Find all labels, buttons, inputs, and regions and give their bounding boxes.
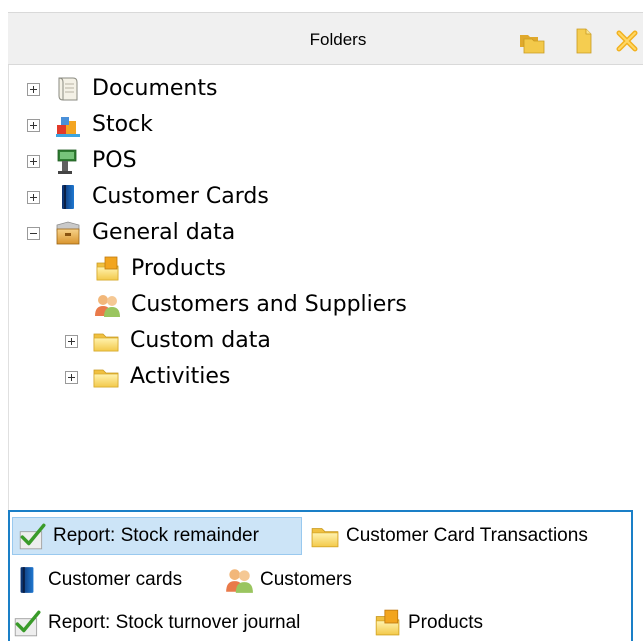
delete-icon[interactable] [613,27,641,55]
folders-panel: Folders Documents Stock POS Customer Car… [0,0,643,641]
folders-header: Folders [8,12,643,65]
quick-item-products[interactable]: Products [372,604,483,642]
products-folder-icon [93,255,121,283]
expand-icon[interactable] [27,82,40,96]
tree-node-products[interactable]: Products [93,252,226,286]
tree-node-stock[interactable]: Stock [27,108,153,142]
quick-item-customer-cards[interactable]: Customer cards [12,561,182,599]
quick-access-bar: Report: Stock remainder Customer Card Tr… [8,510,633,641]
add-folder-icon[interactable] [570,27,598,55]
folder-icon [310,521,340,551]
quick-item-label: Report: Stock remainder [53,525,259,546]
folder-tree: Documents Stock POS Customer Cards Gener… [8,65,643,510]
tree-node-label: Customer Cards [92,184,269,209]
pos-terminal-icon [54,147,82,175]
tree-node-label: POS [92,148,137,173]
box-icon [54,219,82,247]
tree-node-customer-cards[interactable]: Customer Cards [27,180,269,214]
tree-node-custom-data[interactable]: Custom data [65,324,271,358]
document-scroll-icon [54,75,82,103]
stock-boxes-icon [54,111,82,139]
quick-item-label: Customer Card Transactions [346,525,588,546]
tree-node-label: Custom data [130,328,271,353]
folder-stack-icon[interactable] [518,27,546,55]
tree-node-documents[interactable]: Documents [27,72,217,106]
expand-icon[interactable] [27,190,40,204]
quick-item-label: Report: Stock turnover journal [48,612,301,633]
panel-title: Folders [309,30,367,49]
people-icon [93,291,121,319]
tree-node-pos[interactable]: POS [27,144,137,178]
people-icon [224,565,254,595]
tree-node-label: General data [92,220,236,245]
report-check-icon [17,521,47,551]
tree-node-general-data[interactable]: General data [27,216,235,250]
tree-node-activities[interactable]: Activities [65,360,230,394]
folder-icon [92,363,120,391]
tree-node-label: Stock [92,112,153,137]
quick-item-report-stock-remainder[interactable]: Report: Stock remainder [12,517,302,555]
quick-item-customers[interactable]: Customers [224,561,352,599]
tree-node-label: Products [131,256,226,281]
expand-icon[interactable] [27,154,40,168]
card-icon [12,565,42,595]
quick-item-report-stock-turnover-journal[interactable]: Report: Stock turnover journal [12,604,300,642]
report-check-icon [12,608,42,638]
quick-item-label: Customers [260,569,352,590]
expand-icon[interactable] [65,370,78,384]
products-folder-icon [372,608,402,638]
tree-node-label: Customers and Suppliers [131,292,407,317]
quick-item-label: Products [408,612,483,633]
quick-item-label: Customer cards [48,569,183,590]
collapse-icon[interactable] [27,226,40,240]
quick-item-customer-card-transactions[interactable]: Customer Card Transactions [310,517,588,555]
card-icon [54,183,82,211]
expand-icon[interactable] [65,334,78,348]
folder-icon [92,327,120,355]
expand-icon[interactable] [27,118,40,132]
tree-node-customers-and-suppliers[interactable]: Customers and Suppliers [93,288,407,322]
tree-node-label: Documents [92,76,218,101]
tree-node-label: Activities [130,364,231,389]
